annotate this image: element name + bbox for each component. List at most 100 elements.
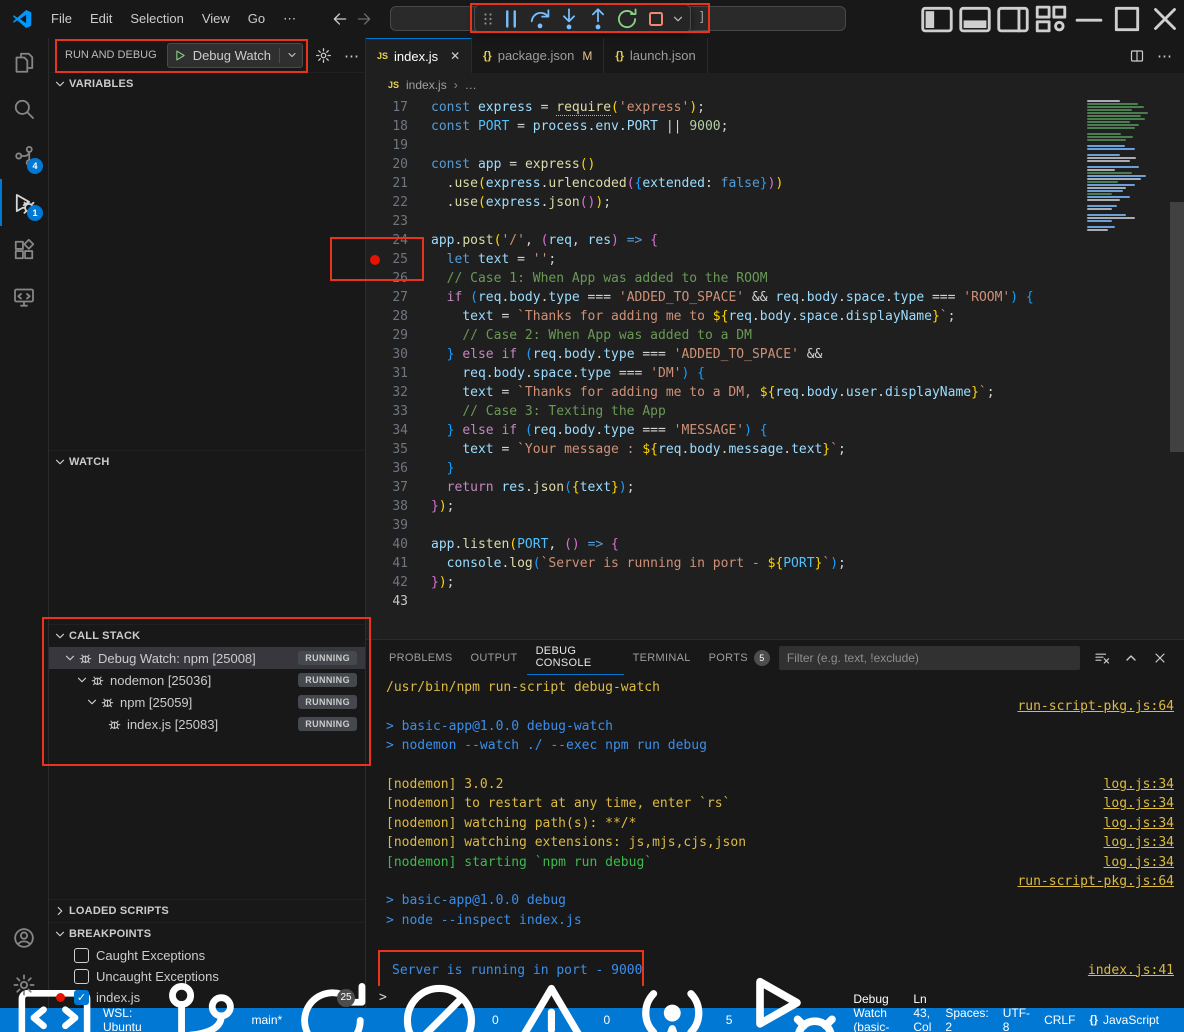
layout-sidebar-right-icon[interactable] [994,0,1032,38]
code-line-25[interactable]: 25 let text = ''; [366,250,1184,269]
watch-body[interactable] [49,473,365,624]
code-line-30[interactable]: 30 } else if (req.body.type === 'ADDED_T… [366,345,1184,364]
start-debugging-icon[interactable] [174,49,187,62]
breadcrumb-file[interactable]: index.js [406,78,447,92]
panel-tab-terminal[interactable]: TERMINAL [624,640,700,675]
panel-tab-debug-console[interactable]: DEBUG CONSOLE [527,640,624,675]
console-text[interactable]: > node --inspect index.js [386,911,582,930]
variables-section-header[interactable]: VARIABLES [49,72,365,95]
editor-gutter[interactable]: 26 [366,269,410,288]
editor-gutter[interactable]: 36 [366,459,410,478]
console-source-link[interactable]: log.js:34 [1104,833,1174,852]
console-text[interactable]: [nodemon] watching extensions: js,mjs,cj… [386,833,746,852]
console-text[interactable]: [nodemon] starting `npm run debug` [386,853,652,872]
panel-tab-ports[interactable]: PORTS5 [700,640,779,675]
editor-gutter[interactable]: 41 [366,554,410,573]
step-into-button[interactable] [555,7,583,31]
console-source-link[interactable]: run-script-pkg.js:64 [1017,872,1174,891]
close-window-button[interactable] [1146,0,1184,38]
code-line-40[interactable]: 40app.listen(PORT, () => { [366,535,1184,554]
code-line-17[interactable]: 17const express = require('express'); [366,98,1184,117]
stop-dropdown-chevron-icon[interactable] [671,7,685,31]
editor-gutter[interactable]: 32 [366,383,410,402]
maximize-panel-chevron-icon[interactable] [1123,650,1139,666]
language-mode-status[interactable]: {} JavaScript [1082,1008,1166,1032]
activity-bar-item-accounts[interactable] [0,914,48,961]
code-line-39[interactable]: 39 [366,516,1184,535]
tab-package-json[interactable]: {}package.jsonM [472,38,604,73]
forwarded-ports-status[interactable]: 5 [617,1008,739,1032]
call-stack-section-header[interactable]: CALL STACK [49,624,365,647]
split-editor-icon[interactable] [1129,48,1145,64]
activity-bar-item-source-control[interactable]: 4 [0,132,48,179]
code-line-41[interactable]: 41 console.log(`Server is running in por… [366,554,1184,573]
editor-gutter[interactable]: 23 [366,212,410,231]
clear-console-icon[interactable] [1094,650,1110,666]
breakpoints-section-header[interactable]: BREAKPOINTS [49,922,365,945]
customize-layout-icon[interactable] [1032,0,1070,38]
editor-gutter[interactable]: 37 [366,478,410,497]
config-chevron-down-icon[interactable] [286,49,298,61]
code-line-19[interactable]: 19 [366,136,1184,155]
editor-more-actions-icon[interactable]: ⋯ [1157,47,1172,65]
menu-item-edit[interactable]: Edit [81,6,121,32]
call-stack-row[interactable]: Debug Watch: npm [25008]RUNNING [49,647,365,669]
close-panel-icon[interactable] [1152,650,1168,666]
breadcrumb[interactable]: JS index.js › … [366,73,1184,97]
editor-gutter[interactable]: 18 [366,117,410,136]
tab-index-js[interactable]: JSindex.js✕ [366,38,472,73]
minimap[interactable] [1087,100,1169,232]
remote-indicator[interactable]: WSL: Ubuntu [4,1008,149,1032]
debug-config-dropdown[interactable]: Debug Watch [167,43,303,68]
tab-launch-json[interactable]: {}launch.json [604,38,707,73]
code-line-43[interactable]: 43 [366,592,1184,611]
console-source-link[interactable]: index.js:41 [1088,961,1174,980]
layout-sidebar-left-icon[interactable] [918,0,956,38]
menu-item-view[interactable]: View [193,6,239,32]
console-text[interactable]: /usr/bin/npm run-script debug-watch [386,678,660,697]
editor-gutter[interactable]: 30 [366,345,410,364]
editor-gutter[interactable]: 21 [366,174,410,193]
views-more-actions-icon[interactable]: ⋯ [344,47,361,64]
console-filter-input[interactable] [779,646,1080,670]
editor-gutter[interactable]: 28 [366,307,410,326]
call-stack-row[interactable]: nodemon [25036]RUNNING [49,669,365,691]
maximize-button[interactable] [1108,0,1146,38]
code-editor[interactable]: 17const express = require('express');18c… [366,97,1184,639]
activity-bar-item-remote-explorer[interactable] [0,273,48,320]
console-source-link[interactable]: log.js:34 [1104,853,1174,872]
activity-bar-item-search[interactable] [0,85,48,132]
breadcrumb-symbol[interactable]: … [465,78,477,92]
watch-section-header[interactable]: WATCH [49,450,365,473]
notifications-bell-icon[interactable] [1166,1008,1180,1032]
step-over-button[interactable] [526,7,554,31]
code-line-35[interactable]: 35 text = `Your message : ${req.body.mes… [366,440,1184,459]
editor-gutter[interactable]: 20 [366,155,410,174]
menu-item-more[interactable]: ⋯ [274,6,305,32]
close-tab-icon[interactable]: ✕ [450,49,460,63]
minimize-button[interactable] [1070,0,1108,38]
breakpoint-row[interactable]: ✓index.js25 [49,987,365,1008]
console-text[interactable]: [nodemon] watching path(s): **/* [386,814,636,833]
pause-button[interactable] [497,7,525,31]
debug-console-output[interactable]: /usr/bin/npm run-script debug-watch run-s… [366,675,1184,986]
breakpoint-checkbox[interactable]: ✓ [74,969,89,984]
activity-bar-item-explorer[interactable] [0,38,48,85]
activity-bar-item-settings[interactable] [0,961,48,1008]
console-text[interactable]: [nodemon] 3.0.2 [386,775,503,794]
code-line-31[interactable]: 31 req.body.space.type === 'DM') { [366,364,1184,383]
editor-gutter[interactable]: 29 [366,326,410,345]
console-source-link[interactable]: log.js:34 [1104,775,1174,794]
code-line-28[interactable]: 28 text = `Thanks for adding me to ${req… [366,307,1184,326]
activity-bar-item-extensions[interactable] [0,226,48,273]
indentation-status[interactable]: Spaces: 2 [938,1008,995,1032]
git-branch-status[interactable]: main* [149,1008,385,1032]
editor-gutter[interactable]: 24 [366,231,410,250]
editor-gutter[interactable]: 43 [366,592,410,611]
code-line-32[interactable]: 32 text = `Thanks for adding me to a DM,… [366,383,1184,402]
code-line-29[interactable]: 29 // Case 2: When App was added to a DM [366,326,1184,345]
debug-session-status[interactable]: Debug Watch (basic-app) [739,1008,906,1032]
editor-gutter[interactable]: 19 [366,136,410,155]
editor-gutter[interactable]: 39 [366,516,410,535]
code-line-23[interactable]: 23 [366,212,1184,231]
